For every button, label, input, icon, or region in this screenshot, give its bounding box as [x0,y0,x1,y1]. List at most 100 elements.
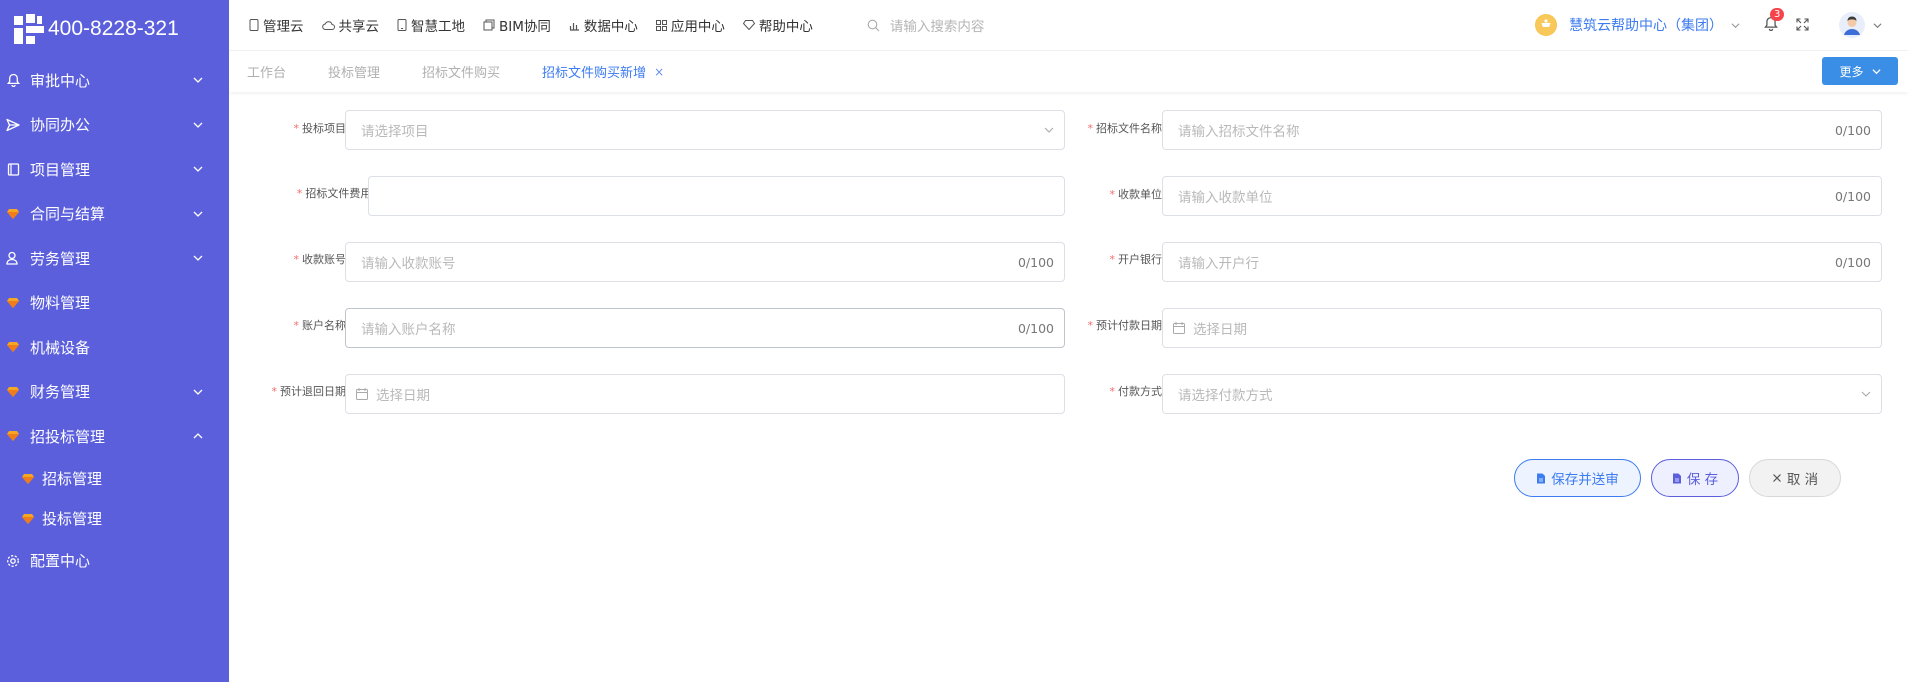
chevron-down-icon [193,122,203,128]
cancel-button[interactable]: 取 消 [1749,459,1841,497]
sidebar-item-approval[interactable]: 审批中心 [0,58,229,103]
bell-icon [6,73,20,88]
gear-icon [6,554,20,568]
tab-bid-management[interactable]: 投标管理 [328,62,380,81]
label-text: 收款单位 [1118,188,1162,201]
fullscreen-icon [1796,17,1809,31]
topnav-label: BIM协同 [499,19,551,35]
project-label: * 投标项目 [279,120,347,136]
required-mark: * [1087,319,1094,332]
gem-icon [22,473,34,485]
tab-label: 招标文件购买 [422,66,501,81]
account-name-input[interactable]: 请输入账户名称 0/100 [345,308,1065,348]
expected-pay-date-picker[interactable]: 选择日期 [1162,308,1882,348]
account-name-label: * 账户名称 [279,317,347,333]
label-text: 预计付款日期 [1096,319,1162,332]
sidebar-item-label: 财务管理 [30,383,91,402]
topnav-app-center[interactable]: 应用中心 [655,15,725,35]
phone-icon [249,19,259,31]
required-mark: * [293,319,300,332]
topnav-data-center[interactable]: 数据中心 [569,15,638,35]
sidebar-subitem-label: 投标管理 [42,510,103,528]
char-counter: 0/100 [1017,254,1054,270]
bar-chart-icon [569,22,579,31]
sidebar-item-label: 审批中心 [30,71,91,90]
sidebar-menu: 审批中心 协同办公 项目管理 合同与结算 劳务管理 物料管理 机械设备 财务管理… [0,58,229,583]
sidebar-subitem-tender-mgmt[interactable]: 招标管理 [0,459,229,499]
topnav-label: 共享云 [338,19,380,35]
help-center-dropdown[interactable]: 慧筑云帮助中心（集团） [1535,14,1740,36]
close-icon [1772,474,1781,482]
label-text: 招标文件名称 [1096,122,1162,135]
payee-account-input[interactable]: 请输入收款账号 0/100 [345,242,1065,282]
topnav-help-center[interactable]: 帮助中心 [742,15,813,35]
payee-unit-label: * 收款单位 [1089,186,1163,202]
chevron-down-icon[interactable] [1873,21,1882,30]
sidebar-subitem-bid-mgmt[interactable]: 投标管理 [0,499,229,539]
topnav-share-cloud[interactable]: 共享云 [321,15,380,35]
topnav-management-cloud[interactable]: 管理云 [249,15,304,35]
gem-icon [6,340,20,354]
tab-tender-doc-purchase-new[interactable]: 招标文件购买新增 × [542,62,664,82]
app-root: 400-8228-321 审批中心 协同办公 项目管理 合同与结算 劳务管理 物… [0,0,1908,682]
bank-placeholder: 请输入开户行 [1178,256,1259,272]
payee-account-label: * 收款账号 [279,251,347,267]
tab-workbench[interactable]: 工作台 [247,62,286,81]
search-box[interactable]: 请输入搜索内容 [867,15,1287,35]
pay-method-select[interactable]: 请选择付款方式 [1162,374,1882,414]
logo[interactable]: 400-8228-321 [0,0,229,58]
label-text: 预计退回日期 [280,385,346,398]
doc-fee-input[interactable] [368,176,1065,216]
sidebar-item-label: 项目管理 [30,160,91,179]
expected-refund-date-picker[interactable]: 选择日期 [345,374,1065,414]
notification-button[interactable]: 3 [1764,7,1785,35]
save-label: 保 存 [1686,472,1719,488]
sidebar-item-material[interactable]: 物料管理 [0,281,229,326]
topnav-label: 管理云 [263,19,304,35]
avatar-icon [1839,12,1865,38]
save-and-submit-button[interactable]: 保存并送审 [1514,459,1641,497]
char-counter: 0/100 [1834,254,1871,270]
topnav-smart-site[interactable]: 智慧工地 [397,15,465,35]
doc-name-placeholder: 请输入招标文件名称 [1178,124,1300,140]
sidebar-item-finance[interactable]: 财务管理 [0,370,229,415]
sidebar-item-labor[interactable]: 劳务管理 [0,236,229,281]
top-nav: 管理云 共享云 智慧工地 BIM协同 数据中心 应用中心 帮助中心 [229,15,831,35]
chevron-down-icon [1861,391,1871,397]
required-mark: * [293,122,300,135]
fullscreen-button[interactable] [1796,16,1809,35]
search-input[interactable]: 请输入搜索内容 [890,15,985,35]
sidebar-item-config[interactable]: 配置中心 [0,539,229,584]
page-tabs-bar: 工作台 投标管理 招标文件购买 招标文件购买新增 × 更多 [229,50,1908,92]
doc-name-input[interactable]: 请输入招标文件名称 0/100 [1162,110,1882,150]
notification-count-badge: 3 [1770,7,1785,21]
chevron-down-icon [193,77,203,84]
required-mark: * [1109,188,1116,201]
project-select[interactable]: 请选择项目 [345,110,1065,150]
sidebar: 400-8228-321 审批中心 协同办公 项目管理 合同与结算 劳务管理 物… [0,0,229,682]
save-button[interactable]: 保 存 [1651,459,1739,497]
sidebar-item-bidding[interactable]: 招投标管理 [0,414,229,459]
tab-label: 投标管理 [328,66,381,81]
tab-tender-doc-purchase[interactable]: 招标文件购买 [422,62,500,81]
account-name-placeholder: 请输入账户名称 [361,322,456,338]
label-text: 账户名称 [302,319,346,332]
more-button[interactable]: 更多 [1822,57,1898,85]
cloud-icon [321,20,335,30]
topnav-label: 帮助中心 [758,19,813,35]
sidebar-item-collab[interactable]: 协同办公 [0,103,229,148]
sidebar-item-project[interactable]: 项目管理 [0,147,229,192]
gem-icon [6,385,20,399]
chevron-down-icon [193,389,203,395]
diamond-icon [742,20,755,30]
chevron-up-icon [193,433,203,439]
topnav-bim[interactable]: BIM协同 [483,15,551,35]
close-icon[interactable]: × [654,65,664,79]
payee-unit-input[interactable]: 请输入收款单位 0/100 [1162,176,1882,216]
bank-input[interactable]: 请输入开户行 0/100 [1162,242,1882,282]
sidebar-item-machinery[interactable]: 机械设备 [0,325,229,370]
doc-name-label: * 招标文件名称 [1069,120,1163,136]
user-avatar[interactable] [1839,12,1865,38]
sidebar-item-contract[interactable]: 合同与结算 [0,192,229,237]
expected-refund-date-placeholder: 选择日期 [376,388,430,404]
